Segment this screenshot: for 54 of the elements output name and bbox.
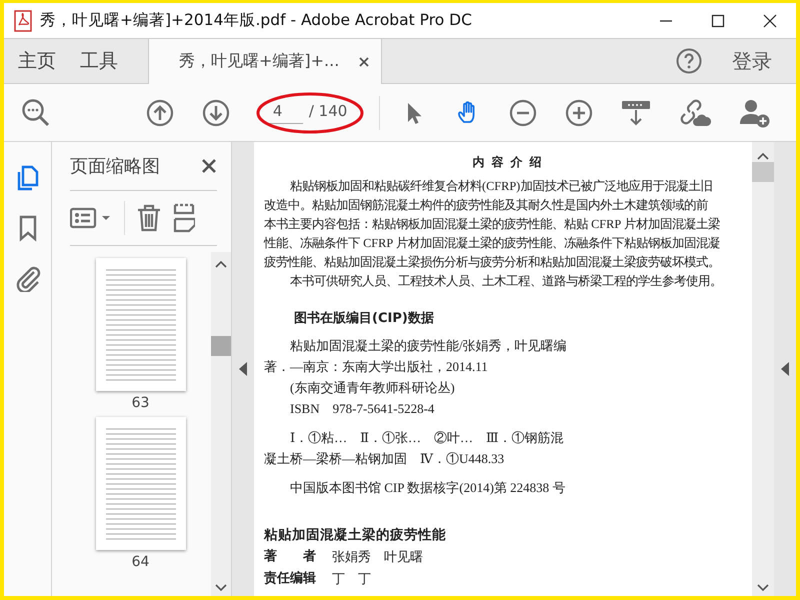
text-line: 粘贴钢板加固和粘贴碳纤维复合材料(CFRP)加固技术已被广泛地应用于混凝土旧 — [289, 178, 714, 195]
trash-icon[interactable] — [137, 204, 161, 232]
extract-page-icon[interactable] — [173, 203, 195, 233]
add-user-icon — [739, 98, 771, 128]
text-line: 疲劳性能、粘贴加固混凝土梁损伤分析与疲劳分析和粘贴加固混凝土梁疲劳破坏模式。 — [264, 254, 721, 271]
close-icon[interactable] — [763, 14, 777, 28]
credit-role: 著 者 — [264, 548, 317, 566]
keyboard-arrow-icon — [621, 98, 651, 126]
help-icon[interactable] — [676, 48, 702, 74]
text-line: 本书可供研究人员、工程技术人员、土木工程、道路与桥梁工程的学生参考使用。 — [289, 273, 723, 290]
pdf-file-icon — [12, 10, 34, 32]
scrollbar-thumb[interactable] — [211, 336, 231, 356]
page-number-field[interactable]: 4 — [268, 102, 303, 124]
zoom-out-icon — [509, 98, 537, 126]
collapse-arrow-icon — [239, 362, 247, 376]
search-icon — [21, 98, 51, 128]
link-cloud-icon — [679, 98, 711, 128]
text-line: ISBN 978-7-5641-5228-4 — [289, 400, 436, 418]
close-tab-icon[interactable] — [359, 56, 370, 66]
credit-name: 张娟秀 叶见曙 — [332, 548, 423, 566]
maximize-icon[interactable] — [711, 14, 725, 28]
collapse-arrow-icon — [781, 362, 789, 376]
panel-title: 页面缩略图 — [70, 155, 160, 178]
text-line: 凝土桥—梁桥—粘钢加固 Ⅳ．①U448.33 — [264, 450, 506, 468]
window-title: 秀，叶见曙+编著]+2014年版.pdf - Adobe Acrobat Pro DC — [40, 10, 473, 31]
chevron-up-icon — [215, 260, 227, 268]
scrollbar[interactable] — [752, 142, 774, 596]
chevron-up-icon — [757, 152, 769, 160]
section-heading: 图书在版编目(CIP)数据 — [294, 310, 435, 327]
text-line: Ⅰ．①粘… Ⅱ．①张… ②叶… Ⅲ．①钢筋混 — [289, 429, 565, 447]
scrollbar[interactable] — [211, 252, 231, 596]
chevron-down-icon — [215, 584, 227, 592]
tab[interactable]: 秀，叶见曙+编著]+... — [148, 39, 382, 84]
text-line: (东南交通青年教师科研论丛) — [289, 379, 456, 397]
book-title: 粘贴加固混凝土梁的疲劳性能 — [264, 526, 447, 545]
options-list-icon[interactable] — [70, 206, 112, 230]
text-line: 性能、冻融条件下 CFRP 片材加固混凝土梁的疲劳性能、冻融条件下粘贴钢板加固混凝 — [264, 235, 721, 252]
section-heading: 内 容 介 绍 — [472, 154, 544, 171]
credit-name: 丁 丁 — [332, 570, 371, 588]
close-icon[interactable] — [201, 158, 217, 174]
text-line: 粘贴加固混凝土梁的疲劳性能/张娟秀，叶见曙编 — [289, 337, 568, 355]
text-line: 中国版本图书馆 CIP 数据核字(2014)第 224838 号 — [289, 479, 566, 497]
page-count: / 140 — [308, 102, 348, 122]
sign-in-link[interactable]: 登录 — [732, 48, 772, 74]
scrollbar-thumb[interactable] — [752, 162, 774, 182]
text-line: 本书主要内容包括：粘贴钢板加固混凝土梁的疲劳性能、粘贴 CFRP 片材加固混凝土梁 — [264, 216, 721, 233]
zoom-in-icon — [565, 98, 593, 126]
tab[interactable]: 主页 — [8, 39, 66, 83]
chevron-down-icon — [757, 584, 769, 592]
text-line: 著．—南京：东南大学出版社，2014.11 — [264, 358, 489, 376]
tab[interactable]: 工具 — [70, 39, 128, 83]
text-line: 改造中。粘贴加固钢筋混凝土构件的疲劳性能及其耐久性是国内外土木建筑领域的前 — [264, 197, 709, 214]
paperclip-icon — [14, 264, 42, 292]
credit-role: 责任编辑 — [264, 570, 317, 588]
